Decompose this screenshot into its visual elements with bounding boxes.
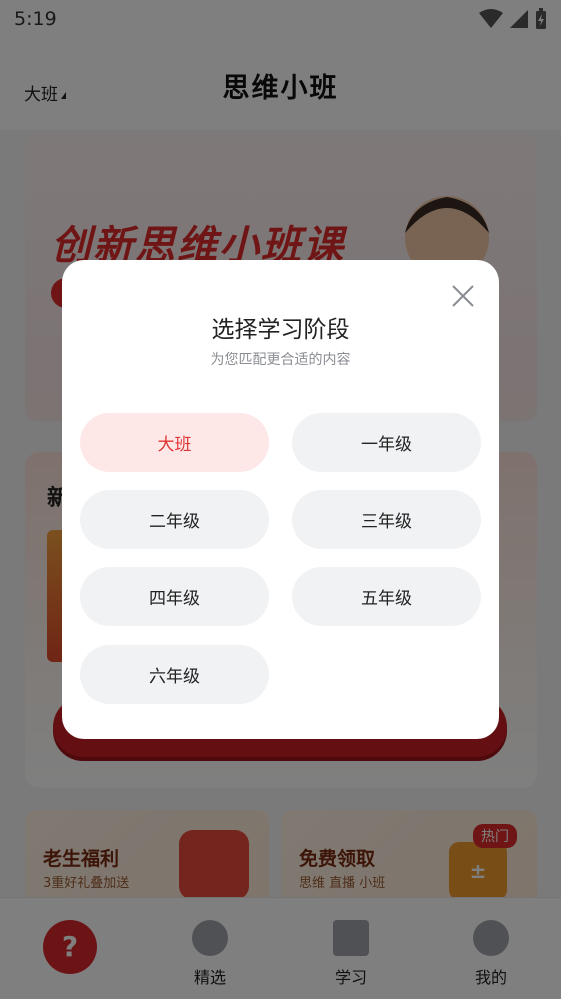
option-kindergarten[interactable]: 大班	[80, 413, 269, 472]
grade-select-dialog: 选择学习阶段 为您匹配更合适的内容 大班 一年级 二年级 三年级 四年级 五年级…	[62, 260, 499, 739]
option-grade-2[interactable]: 二年级	[80, 490, 269, 549]
option-grade-6[interactable]: 六年级	[80, 645, 269, 704]
option-grade-1[interactable]: 一年级	[292, 413, 481, 472]
option-grade-4[interactable]: 四年级	[80, 567, 269, 626]
option-grade-5[interactable]: 五年级	[292, 567, 481, 626]
close-icon[interactable]	[447, 280, 479, 312]
dialog-title: 选择学习阶段	[211, 317, 350, 343]
option-grade-3[interactable]: 三年级	[292, 490, 481, 549]
dialog-subtitle: 为您匹配更合适的内容	[210, 352, 351, 368]
